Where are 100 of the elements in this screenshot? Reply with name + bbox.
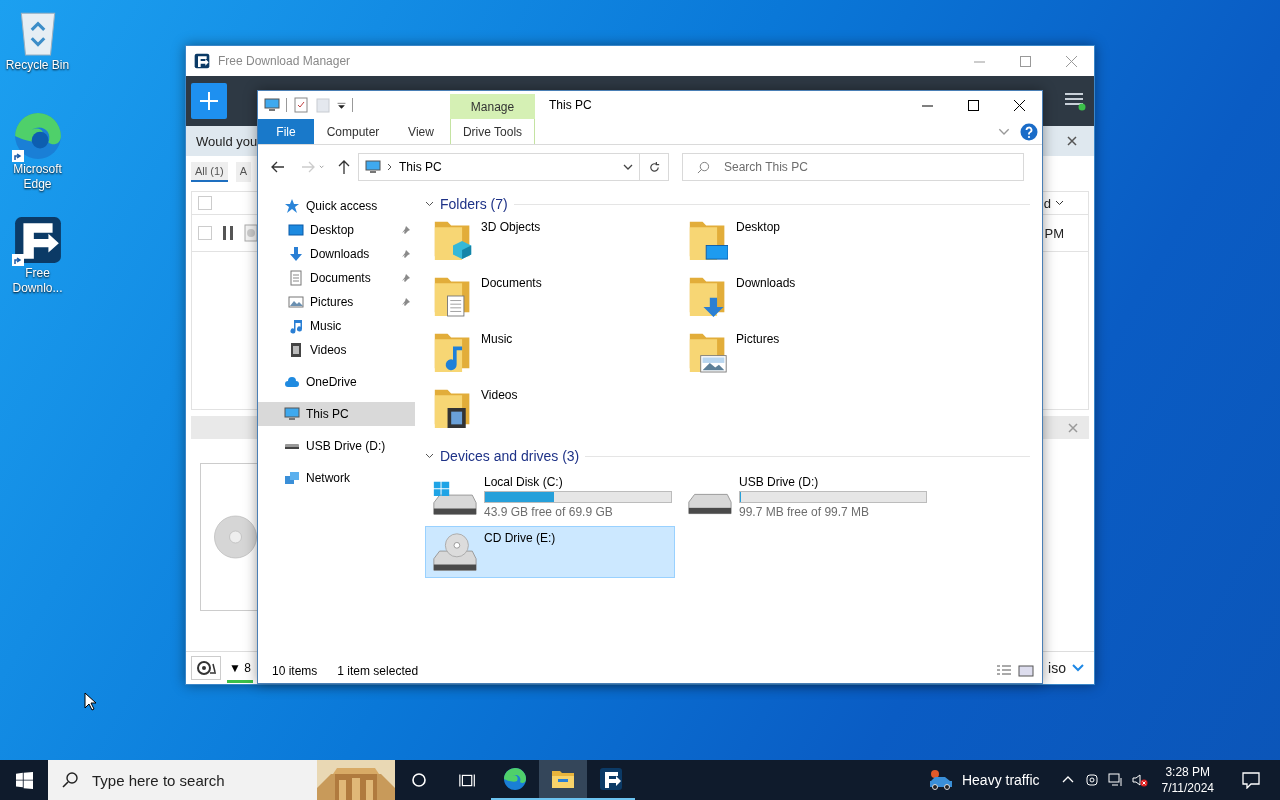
nav-item[interactable]: Documents [258,266,415,290]
maximize-icon [967,99,979,111]
ribbon-tab[interactable]: Drive Tools [450,119,535,144]
section-header[interactable]: Devices and drives (3) [440,448,580,464]
volume-muted-icon[interactable] [1131,772,1148,788]
star-icon [284,198,300,214]
nav-label: Music [310,319,342,333]
collapse-icon[interactable] [425,201,434,207]
edge-icon [503,767,527,791]
search-box[interactable]: Search This PC [682,153,1024,181]
nav-item[interactable]: Pictures [258,290,415,314]
ribbon-tab[interactable]: Computer [314,119,392,144]
traffic-text: Heavy traffic [961,772,1040,788]
window-title: Free Download Manager [218,54,351,68]
close-icon [1065,55,1077,67]
network-icon[interactable] [1107,772,1124,788]
clock[interactable]: 3:28 PM 7/11/2024 [1155,764,1220,796]
speed-text: ▼ 8 [227,661,253,683]
drive-item[interactable]: CD Drive (E:) [425,526,675,578]
help-icon[interactable] [1020,122,1038,141]
folder-item[interactable]: Desktop [688,216,943,272]
nav-item[interactable]: This PC [258,402,415,426]
filter-tab[interactable]: A [235,162,252,182]
window-title: This PC [548,98,592,112]
speed-mode-button[interactable] [191,656,221,680]
folder-name: Videos [481,388,518,402]
add-button[interactable] [191,83,227,119]
nav-item[interactable]: Desktop [258,218,415,242]
search-field[interactable]: Search This PC [722,159,1023,175]
ribbon-tab[interactable]: File [258,119,314,144]
checkbox[interactable] [198,226,212,240]
column-header[interactable]: d [1043,195,1051,211]
nav-item[interactable]: Network [258,466,415,490]
pause-icon[interactable] [222,225,234,241]
traffic-widget[interactable]: Heavy traffic [927,769,1040,791]
properties-icon[interactable] [293,97,309,113]
item-count: 10 items [272,664,318,678]
edge-icon [12,110,63,162]
notification-icon[interactable] [1242,771,1260,789]
nav-item[interactable]: Videos [258,338,415,362]
folder-item[interactable]: Pictures [688,328,943,384]
folder-item[interactable]: Downloads [688,272,943,328]
address-text: This PC [399,160,442,174]
desktop-icon-label: Microsoft Edge [12,162,63,192]
search-field[interactable]: Type here to search [90,770,305,790]
nav-label: USB Drive (D:) [306,439,386,453]
search-icon [62,772,78,788]
filter-tab[interactable]: All (1) [191,162,228,182]
menu-icon[interactable] [1064,91,1086,111]
drive-item[interactable]: USB Drive (D:) 99.7 MB free of 99.7 MB [680,470,930,522]
computer-icon[interactable] [264,97,280,113]
collapse-icon[interactable] [425,453,434,459]
folder-item[interactable]: Videos [433,384,688,440]
cloud-icon [284,374,300,390]
chevron-down-icon[interactable] [623,162,633,172]
banner-text: Would you [196,133,258,149]
car-icon [927,769,954,791]
nav-label: Pictures [310,295,354,309]
folder-name: 3D Objects [481,220,541,234]
snail-icon [195,660,217,676]
selection-count: 1 item selected [337,664,419,678]
taskbar-app-button[interactable] [539,760,587,800]
windows-logo-icon [15,771,33,789]
nav-item[interactable]: Quick access [258,194,415,218]
folder-item[interactable]: Documents [433,272,688,328]
refresh-button[interactable] [640,153,669,181]
close-icon[interactable] [1066,135,1078,147]
folder-name: Music [481,332,513,346]
nav-item[interactable]: USB Drive (D:) [258,434,415,458]
downloads-icon [288,246,304,262]
checkbox[interactable] [198,196,212,210]
drive-item[interactable]: Local Disk (C:) 43.9 GB free of 69.9 GB [425,470,675,522]
nav-label: Quick access [306,199,378,213]
breadcrumb-chevron-icon [387,163,393,171]
nav-item[interactable]: OneDrive [258,370,415,394]
pc-icon [284,406,300,422]
nav-item[interactable]: Music [258,314,415,338]
expand-ribbon-icon[interactable] [998,127,1010,136]
time-text: 3:28 PM [1165,764,1211,780]
large-icons-view-icon[interactable] [1018,664,1034,678]
circle-icon [411,772,427,788]
network-icon [284,470,300,486]
camera-icon[interactable] [1083,772,1100,788]
free-space-text: 43.9 GB free of 69.9 GB [484,505,614,519]
music-icon [288,318,304,334]
folder-item[interactable]: 3D Objects [433,216,688,272]
section-header[interactable]: Folders (7) [440,196,508,212]
address-bar[interactable]: This PC [358,153,640,181]
maximize-icon [1019,55,1031,67]
nav-item[interactable]: Downloads [258,242,415,266]
desktop-icon-label: Recycle Bin [4,58,71,73]
documents-icon [288,270,304,286]
search-box[interactable]: Type here to search [48,760,395,800]
videos-icon [288,342,304,358]
chevron-down-icon[interactable] [1055,200,1064,206]
context-tab-header: Manage [450,94,535,119]
file-type-text: iso [1048,660,1066,676]
ribbon-tab[interactable]: View [392,119,450,144]
folder-item[interactable]: Music [433,328,688,384]
date-text: 7/11/2024 [1161,780,1214,796]
